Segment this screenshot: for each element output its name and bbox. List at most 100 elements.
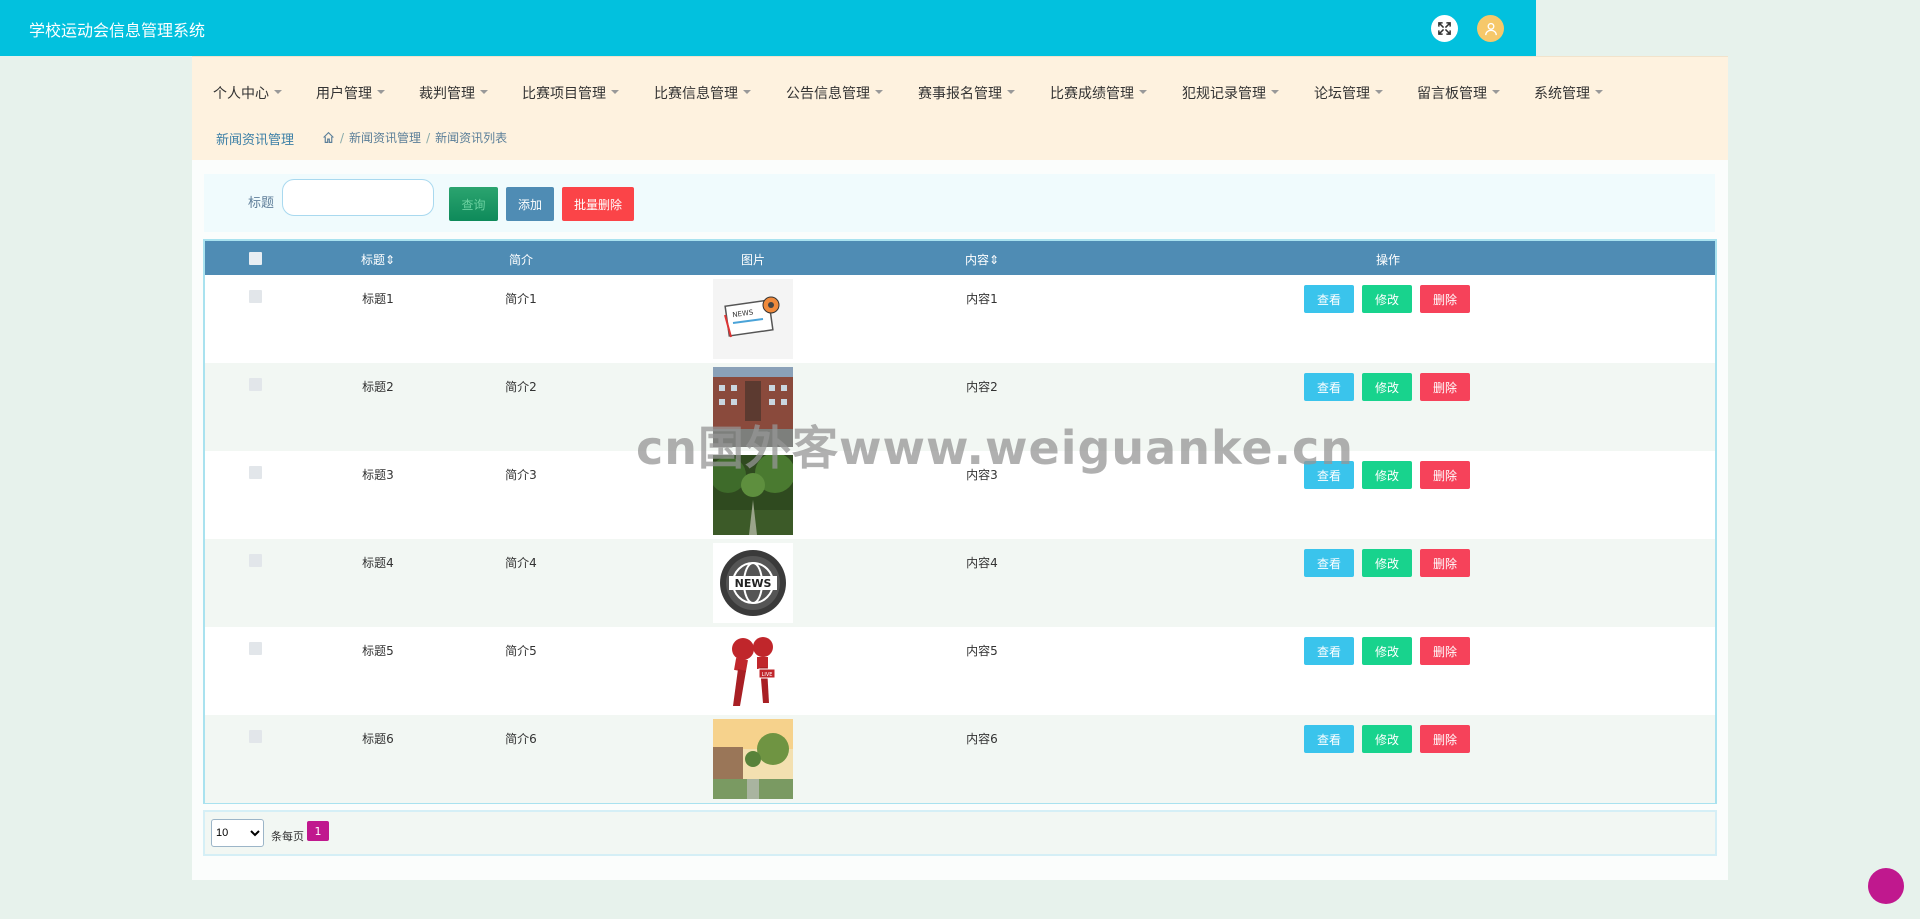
breadcrumb-separator: / (426, 130, 431, 145)
header-intro: 简介 (508, 253, 534, 267)
home-icon[interactable] (322, 131, 335, 144)
caret-down-icon (743, 90, 751, 94)
delete-button[interactable]: 删除 (1420, 725, 1470, 753)
nav-item-5[interactable]: 公告信息管理 (786, 83, 883, 103)
cell-content: 内容2 (966, 380, 998, 394)
delete-button[interactable]: 删除 (1420, 373, 1470, 401)
nav-item-2[interactable]: 裁判管理 (419, 83, 488, 103)
caret-down-icon (1007, 90, 1015, 94)
nav-item-label: 比赛成绩管理 (1050, 86, 1134, 102)
title-search-input[interactable] (282, 179, 434, 216)
table-row: 标题4 简介4 NEWS 内容4 查看 修改 删除 (205, 539, 1715, 627)
cell-intro: 简介6 (505, 732, 537, 746)
row-checkbox[interactable] (249, 730, 262, 743)
caret-down-icon (1271, 90, 1279, 94)
user-avatar-button[interactable] (1477, 15, 1504, 42)
app-title: 学校运动会信息管理系统 (29, 21, 206, 40)
cell-intro: 简介4 (505, 556, 537, 570)
top-bar: 学校运动会信息管理系统 (0, 0, 1536, 56)
news-thumbnail-campus-sunset[interactable] (713, 719, 793, 799)
search-bar: 标题 查询 添加 批量删除 (204, 174, 1715, 232)
header-actions: 操作 (1375, 253, 1401, 267)
breadcrumb-separator: / (340, 130, 345, 145)
fullscreen-button[interactable] (1431, 15, 1458, 42)
cell-content: 内容5 (966, 644, 998, 658)
row-checkbox[interactable] (249, 466, 262, 479)
news-thumbnail-news-globe[interactable]: NEWS (713, 543, 793, 623)
search-button[interactable]: 查询 (449, 187, 498, 221)
nav-item-8[interactable]: 犯规记录管理 (1182, 83, 1279, 103)
user-icon (1484, 22, 1497, 35)
nav-item-10[interactable]: 留言板管理 (1417, 83, 1500, 103)
breadcrumb-item-news-list: 新闻资讯列表 (435, 131, 508, 145)
bulk-delete-button[interactable]: 批量删除 (562, 187, 634, 221)
edit-button[interactable]: 修改 (1362, 637, 1412, 665)
view-button[interactable]: 查看 (1304, 549, 1354, 577)
caret-down-icon (875, 90, 883, 94)
delete-button[interactable]: 删除 (1420, 549, 1470, 577)
floating-action-button[interactable] (1868, 868, 1904, 904)
edit-button[interactable]: 修改 (1362, 725, 1412, 753)
page-button-current[interactable]: 1 (307, 821, 329, 841)
cell-intro: 简介3 (505, 468, 537, 482)
nav-item-6[interactable]: 赛事报名管理 (918, 83, 1015, 103)
breadcrumb-item-news-management[interactable]: 新闻资讯管理 (349, 129, 421, 146)
cell-title: 标题2 (362, 380, 394, 394)
caret-down-icon (1595, 90, 1603, 94)
view-button[interactable]: 查看 (1304, 637, 1354, 665)
view-button[interactable]: 查看 (1304, 725, 1354, 753)
row-checkbox[interactable] (249, 290, 262, 303)
cell-title: 标题1 (362, 292, 394, 306)
nav-item-label: 裁判管理 (419, 86, 475, 102)
nav-item-label: 犯规记录管理 (1182, 86, 1266, 102)
sort-icon: ⇕ (384, 253, 396, 267)
cell-content: 内容4 (966, 556, 998, 570)
header-content[interactable]: 内容⇕ (965, 251, 999, 268)
nav-item-label: 比赛信息管理 (654, 86, 738, 102)
view-button[interactable]: 查看 (1304, 373, 1354, 401)
sort-icon: ⇕ (988, 253, 1000, 267)
page-size-select[interactable]: 10 (211, 819, 264, 847)
breadcrumb-bar: 新闻资讯管理 / 新闻资讯管理 / 新闻资讯列表 (192, 114, 1728, 160)
edit-button[interactable]: 修改 (1362, 549, 1412, 577)
cell-title: 标题5 (362, 644, 394, 658)
nav-item-0[interactable]: 个人中心 (213, 83, 282, 103)
watermark: cn国外客www.weiguanke.cn (636, 421, 1355, 475)
delete-button[interactable]: 删除 (1420, 637, 1470, 665)
select-all-checkbox[interactable] (249, 252, 262, 265)
nav-item-label: 赛事报名管理 (918, 86, 1002, 102)
view-button[interactable]: 查看 (1304, 285, 1354, 313)
nav-item-7[interactable]: 比赛成绩管理 (1050, 83, 1147, 103)
caret-down-icon (611, 90, 619, 94)
table-row: 标题6 简介6 内容6 查看 修改 删除 (205, 715, 1715, 803)
nav-item-1[interactable]: 用户管理 (316, 83, 385, 103)
cell-content: 内容1 (966, 292, 998, 306)
edit-button[interactable]: 修改 (1362, 461, 1412, 489)
table-header: 标题⇕ 简介 图片 内容⇕ 操作 (205, 241, 1715, 275)
row-checkbox[interactable] (249, 378, 262, 391)
svg-text:LIVE: LIVE (762, 672, 773, 678)
cell-title: 标题6 (362, 732, 394, 746)
caret-down-icon (1139, 90, 1147, 94)
nav-item-4[interactable]: 比赛信息管理 (654, 83, 751, 103)
nav-item-label: 个人中心 (213, 86, 269, 102)
breadcrumb: / 新闻资讯管理 / 新闻资讯列表 (322, 129, 507, 146)
delete-button[interactable]: 删除 (1420, 285, 1470, 313)
news-thumbnail-news-microphones[interactable]: LIVE (713, 631, 793, 711)
row-checkbox[interactable] (249, 554, 262, 567)
row-checkbox[interactable] (249, 642, 262, 655)
edit-button[interactable]: 修改 (1362, 285, 1412, 313)
nav-item-3[interactable]: 比赛项目管理 (522, 83, 619, 103)
add-button[interactable]: 添加 (506, 187, 554, 221)
delete-button[interactable]: 删除 (1420, 461, 1470, 489)
news-thumbnail-news-paper[interactable]: NEWS (713, 279, 793, 359)
caret-down-icon (377, 90, 385, 94)
title-filter-label: 标题 (248, 196, 275, 211)
header-image: 图片 (740, 253, 766, 267)
edit-button[interactable]: 修改 (1362, 373, 1412, 401)
nav-item-9[interactable]: 论坛管理 (1314, 83, 1383, 103)
header-title[interactable]: 标题⇕ (361, 251, 395, 268)
page-title: 新闻资讯管理 (216, 133, 295, 148)
nav-item-11[interactable]: 系统管理 (1534, 83, 1603, 103)
nav-item-label: 用户管理 (316, 86, 372, 102)
